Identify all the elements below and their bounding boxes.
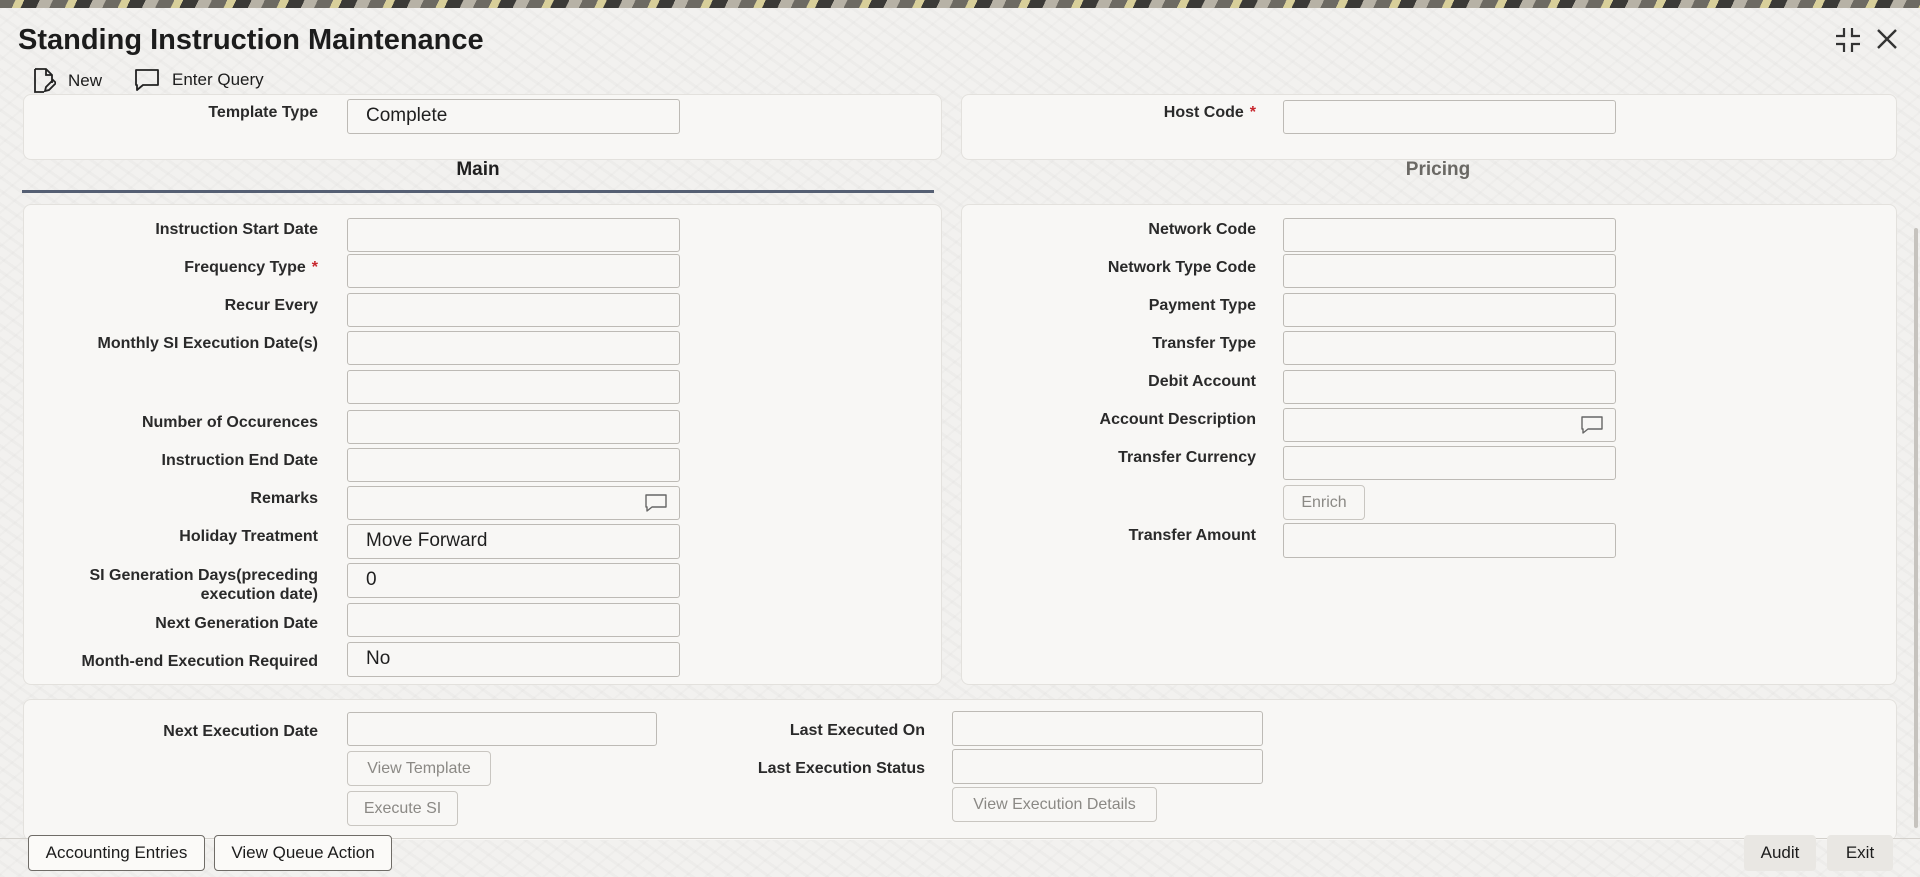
network-code-field[interactable] bbox=[1283, 218, 1616, 252]
tab-main[interactable]: Main bbox=[22, 159, 934, 181]
remarks-label: Remarks bbox=[250, 490, 318, 507]
required-mark: * bbox=[311, 259, 318, 276]
next-generation-date-field[interactable] bbox=[347, 603, 680, 637]
tab-pricing[interactable]: Pricing bbox=[962, 159, 1914, 181]
view-queue-action-button[interactable]: View Queue Action bbox=[214, 835, 392, 871]
network-type-code-label: Network Type Code bbox=[1107, 259, 1256, 276]
month-end-execution-required-label: Month-end Execution Required bbox=[81, 653, 318, 670]
host-code-label: Host Code * bbox=[1163, 104, 1256, 121]
remarks-field[interactable] bbox=[347, 486, 680, 520]
view-template-button[interactable]: View Template bbox=[347, 751, 491, 786]
network-code-label: Network Code bbox=[1148, 221, 1256, 238]
instruction-end-date-field[interactable] bbox=[347, 448, 680, 482]
comment-icon[interactable] bbox=[1581, 416, 1603, 440]
enter-query-button[interactable]: Enter Query bbox=[134, 68, 264, 92]
transfer-type-label: Transfer Type bbox=[1152, 335, 1256, 352]
instruction-start-date-field[interactable] bbox=[347, 218, 680, 252]
enrich-button[interactable]: Enrich bbox=[1283, 485, 1365, 520]
last-execution-status-label: Last Execution Status bbox=[757, 760, 925, 777]
transfer-amount-label: Transfer Amount bbox=[1128, 527, 1256, 544]
page: Standing Instruction Maintenance New Ent… bbox=[0, 8, 1920, 877]
instruction-end-date-label: Instruction End Date bbox=[161, 452, 318, 469]
monthly-si-execution-date-field-2[interactable] bbox=[347, 370, 680, 404]
comment-icon[interactable] bbox=[645, 494, 667, 518]
si-generation-days-label: SI Generation Days(preceding execution d… bbox=[89, 567, 318, 603]
active-tab-underline bbox=[22, 190, 934, 193]
payment-type-field[interactable] bbox=[1283, 293, 1616, 327]
exit-button[interactable]: Exit bbox=[1827, 835, 1893, 871]
accounting-entries-button[interactable]: Accounting Entries bbox=[28, 835, 205, 871]
new-label: New bbox=[68, 71, 103, 90]
last-executed-on-field[interactable] bbox=[952, 711, 1263, 746]
debit-account-label: Debit Account bbox=[1148, 373, 1256, 390]
execute-si-button[interactable]: Execute SI bbox=[347, 791, 458, 826]
payment-type-label: Payment Type bbox=[1148, 297, 1256, 314]
recur-every-label: Recur Every bbox=[224, 297, 318, 314]
number-of-occurences-label: Number of Occurences bbox=[141, 414, 318, 431]
number-of-occurences-field[interactable] bbox=[347, 410, 680, 444]
new-document-icon bbox=[32, 68, 56, 94]
audit-button[interactable]: Audit bbox=[1744, 835, 1816, 871]
vertical-scrollbar[interactable] bbox=[1914, 228, 1918, 828]
network-type-code-field[interactable] bbox=[1283, 254, 1616, 288]
next-execution-date-field[interactable] bbox=[347, 712, 657, 746]
transfer-currency-field[interactable] bbox=[1283, 446, 1616, 480]
page-title: Standing Instruction Maintenance bbox=[18, 24, 484, 56]
chat-bubble-icon bbox=[134, 68, 160, 92]
account-description-label: Account Description bbox=[1099, 411, 1256, 428]
transfer-amount-field[interactable] bbox=[1283, 523, 1616, 558]
last-execution-status-field[interactable] bbox=[952, 749, 1263, 784]
decorative-header-strip bbox=[0, 0, 1920, 8]
debit-account-field[interactable] bbox=[1283, 370, 1616, 404]
required-mark: * bbox=[1249, 104, 1256, 121]
next-execution-date-label: Next Execution Date bbox=[163, 723, 318, 740]
last-executed-on-label: Last Executed On bbox=[789, 722, 925, 739]
transfer-currency-label: Transfer Currency bbox=[1118, 449, 1256, 466]
view-execution-details-button[interactable]: View Execution Details bbox=[952, 787, 1157, 822]
host-code-field[interactable] bbox=[1283, 100, 1616, 134]
template-type-label: Template Type bbox=[208, 104, 318, 121]
si-generation-days-field[interactable]: 0 bbox=[347, 563, 680, 598]
recur-every-field[interactable] bbox=[347, 293, 680, 327]
new-button[interactable]: New bbox=[32, 68, 102, 94]
holiday-treatment-field[interactable]: Move Forward bbox=[347, 524, 680, 559]
monthly-si-execution-date-field-1[interactable] bbox=[347, 331, 680, 365]
collapse-icon[interactable] bbox=[1834, 26, 1862, 61]
month-end-execution-required-field[interactable]: No bbox=[347, 642, 680, 677]
next-generation-date-label: Next Generation Date bbox=[155, 615, 318, 632]
holiday-treatment-label: Holiday Treatment bbox=[179, 528, 318, 545]
frequency-type-field[interactable] bbox=[347, 254, 680, 288]
template-type-field[interactable]: Complete bbox=[347, 99, 680, 134]
monthly-si-execution-dates-label: Monthly SI Execution Date(s) bbox=[97, 335, 318, 352]
transfer-type-field[interactable] bbox=[1283, 331, 1616, 365]
account-description-field[interactable] bbox=[1283, 408, 1616, 442]
frequency-type-label: Frequency Type * bbox=[184, 259, 318, 276]
close-icon[interactable] bbox=[1874, 26, 1900, 59]
instruction-start-date-label: Instruction Start Date bbox=[155, 221, 318, 238]
enter-query-label: Enter Query bbox=[172, 70, 264, 89]
